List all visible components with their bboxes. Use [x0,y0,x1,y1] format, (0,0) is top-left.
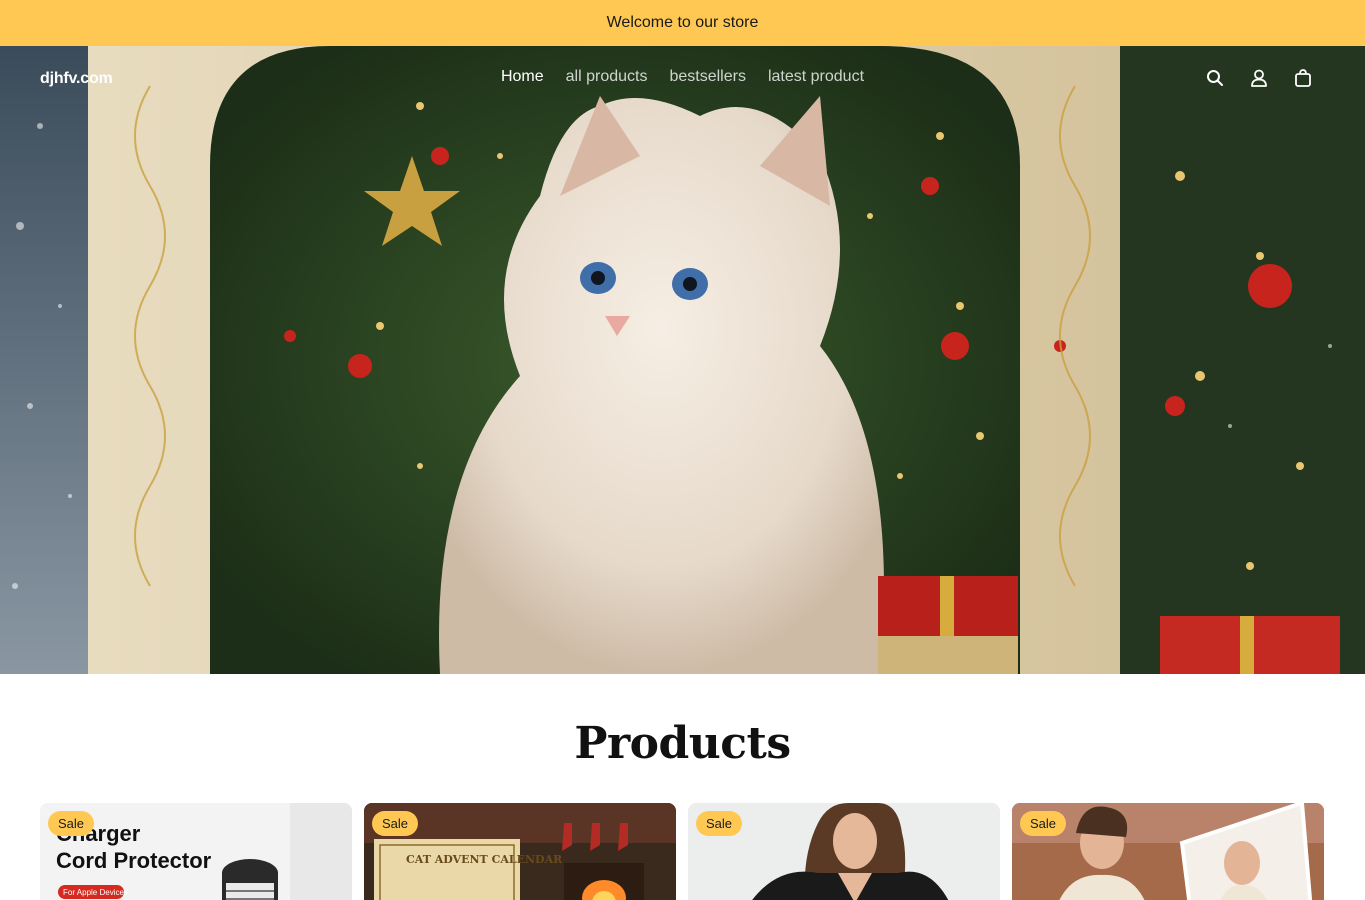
sale-badge: Sale [696,811,743,836]
nav-bestsellers[interactable]: bestsellers [669,68,745,86]
header-icons [1205,68,1313,88]
image-tag: For Apple Devices [63,888,128,897]
product-card[interactable]: Sale [1012,803,1324,900]
sale-badge: Sale [1020,811,1067,836]
product-grid: Sale Charger Cord Protector For Apple De… [40,803,1324,900]
nav-home[interactable]: Home [501,68,544,86]
nav-latest-product[interactable]: latest product [768,68,864,86]
products-heading: Products [574,718,791,769]
account-icon[interactable] [1249,68,1269,88]
hero-image [0,46,1365,674]
product-card[interactable]: Sale CAT ADVENT CALENDAR [364,803,676,900]
nav-all-products[interactable]: all products [566,68,648,86]
product-card[interactable]: Sale [688,803,1000,900]
image-headline-line2: Cord Protector [56,848,212,873]
sale-badge: Sale [372,811,419,836]
product-card[interactable]: Sale Charger Cord Protector For Apple De… [40,803,352,900]
announcement-bar: Welcome to our store [0,0,1365,46]
search-icon[interactable] [1205,68,1225,88]
announcement-text: Welcome to our store [606,14,759,31]
image-headline: CAT ADVENT CALENDAR [406,853,563,866]
site-header: djhfv.com Home all products bestsellers … [0,46,1365,112]
sale-badge: Sale [48,811,95,836]
cart-icon[interactable] [1293,68,1313,88]
main-nav: Home all products bestsellers latest pro… [0,68,1365,86]
hero-banner[interactable] [0,46,1365,674]
